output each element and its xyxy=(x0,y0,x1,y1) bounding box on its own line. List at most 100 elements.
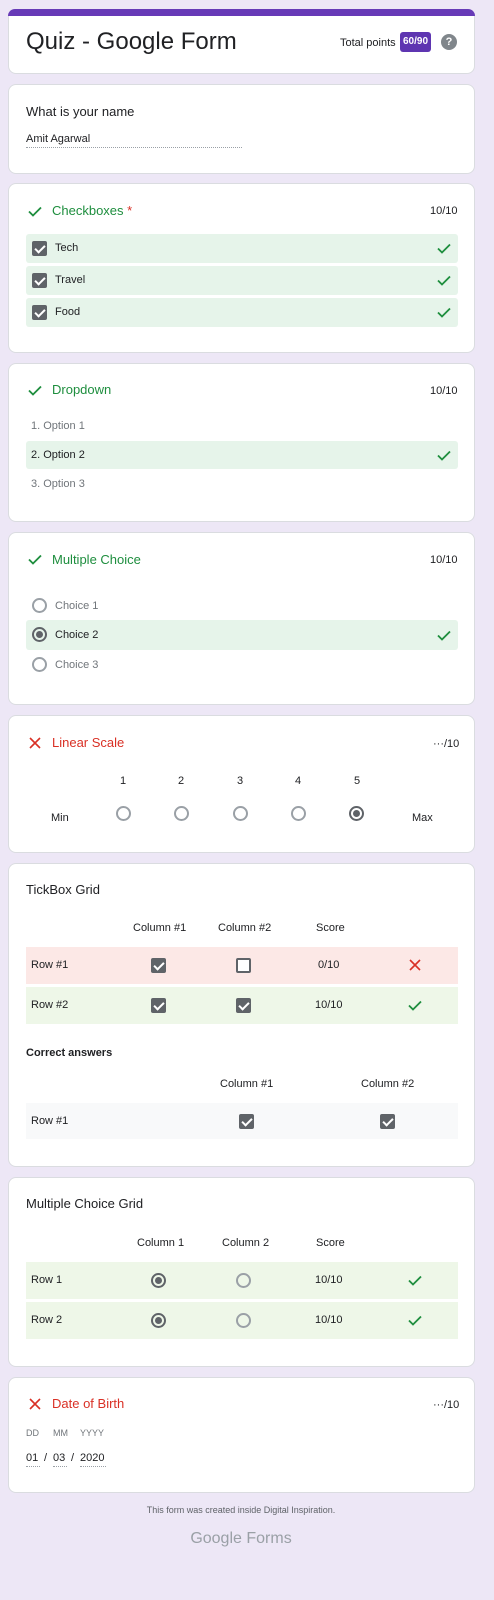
scale-radio[interactable] xyxy=(291,806,306,821)
scale-radio[interactable] xyxy=(174,806,189,821)
linear-scale-question-card: Linear Scale ···/10 1 2 3 4 5 Min Max xyxy=(8,715,475,853)
question-title: Linear Scale xyxy=(52,735,125,750)
radio-unselected[interactable] xyxy=(32,598,47,613)
correct-answer-row: Row #1 xyxy=(26,1103,458,1139)
row-score: 10/10 xyxy=(315,1314,343,1326)
correct-check-icon xyxy=(408,1315,422,1326)
row-score: 10/10 xyxy=(315,999,343,1011)
month-underline xyxy=(53,1466,67,1467)
multiple-choice-question-card: Multiple Choice 10/10 Choice 1 Choice 2 … xyxy=(8,532,475,705)
required-asterisk: * xyxy=(127,203,133,218)
column-header: Column 2 xyxy=(222,1237,270,1249)
correct-check-icon xyxy=(28,385,42,396)
question-title: Multiple Choice Grid xyxy=(26,1196,144,1211)
date-part-label: MM xyxy=(53,1428,68,1438)
radio-unselected[interactable] xyxy=(236,1273,251,1288)
scale-radio[interactable] xyxy=(116,806,131,821)
total-points-badge: 60/90 xyxy=(400,32,432,52)
checkbox-checked[interactable] xyxy=(32,305,47,320)
correct-answers-label: Correct answers xyxy=(26,1047,113,1059)
name-question-card: What is your name Amit Agarwal xyxy=(8,84,475,174)
row-score: 10/10 xyxy=(315,1274,343,1286)
checkboxes-question-card: Checkboxes * 10/10 Tech Travel Food xyxy=(8,183,475,353)
checkbox-checked[interactable] xyxy=(32,273,47,288)
checkbox-checked[interactable] xyxy=(151,998,166,1013)
correct-check-icon xyxy=(437,307,451,318)
correct-check-icon xyxy=(437,243,451,254)
points: 10/10 xyxy=(430,205,458,217)
footer-note: This form was created inside Digital Ins… xyxy=(146,1505,336,1515)
column-header: Column #1 xyxy=(220,1078,274,1090)
column-header: Column #2 xyxy=(218,922,272,934)
scale-radio-selected[interactable] xyxy=(349,806,364,821)
option-row: Travel xyxy=(26,266,458,295)
radio-selected[interactable] xyxy=(32,627,47,642)
radio-selected[interactable] xyxy=(151,1313,166,1328)
help-icon[interactable]: ? xyxy=(441,34,457,50)
points: 10/10 xyxy=(430,385,458,397)
row-label: Row 1 xyxy=(31,1274,63,1286)
dropdown-option: 1. Option 1 xyxy=(31,420,85,432)
checkbox-checked xyxy=(239,1114,254,1129)
row-label: Row 2 xyxy=(31,1314,63,1326)
scale-value: 2 xyxy=(178,775,185,787)
wrong-x-icon xyxy=(29,1398,41,1410)
radio-unselected[interactable] xyxy=(236,1313,251,1328)
question-title: What is your name xyxy=(26,104,135,119)
radio-unselected[interactable] xyxy=(32,657,47,672)
dropdown-question-card: Dropdown 10/10 1. Option 1 2. Option 2 3… xyxy=(8,363,475,522)
scale-radio[interactable] xyxy=(233,806,248,821)
option-label: Choice 3 xyxy=(55,659,99,671)
checkbox-checked[interactable] xyxy=(151,958,166,973)
row-label: Row #2 xyxy=(31,999,69,1011)
checkbox-checked[interactable] xyxy=(32,241,47,256)
tickbox-grid-question-card: TickBox Grid Column #1 Column #2 Score R… xyxy=(8,863,475,1167)
dropdown-option: 3. Option 3 xyxy=(31,478,85,490)
correct-check-icon xyxy=(408,1000,422,1011)
scale-value: 1 xyxy=(120,775,127,787)
question-title: Multiple Choice xyxy=(52,552,141,567)
date-separator: / xyxy=(44,1452,48,1464)
date-part-label: YYYY xyxy=(80,1428,105,1438)
points: ···/10 xyxy=(433,1399,460,1411)
question-title: Dropdown xyxy=(52,382,112,397)
grid-row-correct: Row 2 10/10 xyxy=(26,1302,458,1339)
score-header: Score xyxy=(316,922,345,934)
row-label: Row #1 xyxy=(31,1115,69,1127)
radio-selected[interactable] xyxy=(151,1273,166,1288)
brand-google: Google xyxy=(190,1530,242,1547)
form-title: Quiz - Google Form xyxy=(26,28,237,55)
option-label: 2. Option 2 xyxy=(31,449,85,461)
answer-underline xyxy=(26,147,242,148)
scale-value: 4 xyxy=(295,775,302,787)
option-label: Choice 2 xyxy=(55,629,99,641)
question-title: TickBox Grid xyxy=(26,882,100,897)
row-label: Row #1 xyxy=(31,959,69,971)
mc-grid-question-card: Multiple Choice Grid Column 1 Column 2 S… xyxy=(8,1177,475,1367)
column-header: Column #2 xyxy=(361,1078,415,1090)
option-row: Tech xyxy=(26,234,458,263)
month-value: 03 xyxy=(53,1452,66,1464)
grid-row-correct: Row 1 10/10 xyxy=(26,1262,458,1299)
column-header: Column #1 xyxy=(133,922,187,934)
name-answer: Amit Agarwal xyxy=(26,133,91,145)
points: 10/10 xyxy=(430,554,458,566)
brand-forms: Forms xyxy=(246,1530,292,1547)
question-title: Checkboxes * xyxy=(52,203,132,218)
option-row-selected: Choice 2 xyxy=(26,620,458,650)
option-label: Tech xyxy=(55,242,79,254)
checkbox-checked xyxy=(380,1114,395,1129)
scale-value: 5 xyxy=(354,775,361,787)
score-header: Score xyxy=(316,1237,345,1249)
column-header: Column 1 xyxy=(137,1237,185,1249)
question-title-text: Checkboxes xyxy=(52,203,124,218)
option-row: Food xyxy=(26,298,458,327)
checkbox-checked[interactable] xyxy=(236,998,251,1013)
checkbox-unchecked[interactable] xyxy=(236,958,251,973)
google-forms-logo: Google Forms xyxy=(0,1530,482,1548)
header-card: Quiz - Google Form Total points 60/90 ? xyxy=(8,9,475,74)
dob-question-card: Date of Birth ···/10 DD MM YYYY 01 / 03 … xyxy=(8,1377,475,1493)
correct-check-icon xyxy=(437,450,451,461)
option-label: Food xyxy=(55,306,81,318)
correct-check-icon xyxy=(28,206,42,217)
